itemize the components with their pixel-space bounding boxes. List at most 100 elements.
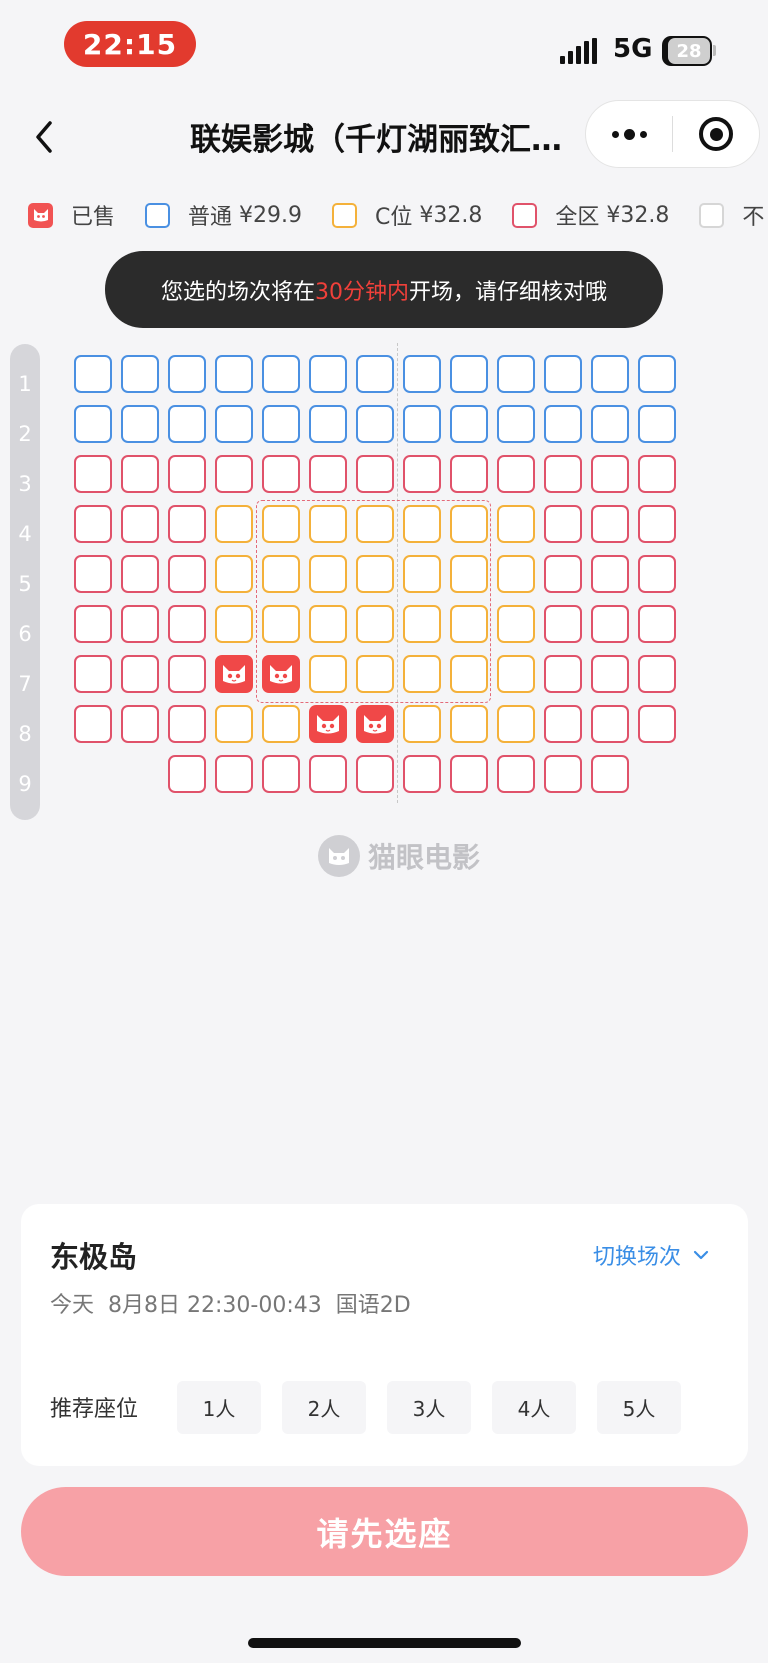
full-zone-seat[interactable] [121,605,159,643]
normal-seat[interactable] [309,355,347,393]
full-zone-seat[interactable] [121,555,159,593]
normal-seat[interactable] [309,405,347,443]
full-zone-seat[interactable] [591,705,629,743]
normal-seat[interactable] [450,355,488,393]
select-seat-button[interactable]: 请先选座 [21,1487,748,1576]
full-zone-seat[interactable] [591,755,629,793]
normal-seat[interactable] [638,405,676,443]
normal-seat[interactable] [168,355,206,393]
c-seat[interactable] [450,605,488,643]
full-zone-seat[interactable] [638,555,676,593]
c-seat[interactable] [356,655,394,693]
normal-seat[interactable] [591,355,629,393]
full-zone-seat[interactable] [591,605,629,643]
normal-seat[interactable] [74,355,112,393]
normal-seat[interactable] [215,405,253,443]
full-zone-seat[interactable] [121,705,159,743]
full-zone-seat[interactable] [544,705,582,743]
normal-seat[interactable] [74,405,112,443]
normal-seat[interactable] [262,355,300,393]
full-zone-seat[interactable] [74,455,112,493]
full-zone-seat[interactable] [544,755,582,793]
normal-seat[interactable] [544,405,582,443]
full-zone-seat[interactable] [168,705,206,743]
c-seat[interactable] [450,555,488,593]
c-seat[interactable] [356,605,394,643]
normal-seat[interactable] [262,405,300,443]
c-seat[interactable] [262,705,300,743]
recommend-5-button[interactable]: 5人 [597,1381,681,1434]
c-seat[interactable] [309,555,347,593]
switch-showtime-button[interactable]: 切换场次 [593,1239,709,1271]
normal-seat[interactable] [403,405,441,443]
c-seat[interactable] [356,555,394,593]
normal-seat[interactable] [497,405,535,443]
c-seat[interactable] [262,555,300,593]
full-zone-seat[interactable] [638,505,676,543]
c-seat[interactable] [497,705,535,743]
full-zone-seat[interactable] [591,655,629,693]
full-zone-seat[interactable] [403,755,441,793]
c-seat[interactable] [215,555,253,593]
full-zone-seat[interactable] [544,655,582,693]
full-zone-seat[interactable] [638,605,676,643]
full-zone-seat[interactable] [74,505,112,543]
c-seat[interactable] [262,505,300,543]
full-zone-seat[interactable] [591,455,629,493]
full-zone-seat[interactable] [121,655,159,693]
full-zone-seat[interactable] [356,455,394,493]
full-zone-seat[interactable] [638,455,676,493]
full-zone-seat[interactable] [356,755,394,793]
normal-seat[interactable] [356,355,394,393]
full-zone-seat[interactable] [262,755,300,793]
c-seat[interactable] [215,705,253,743]
normal-seat[interactable] [497,355,535,393]
close-target-icon[interactable] [673,117,759,151]
c-seat[interactable] [497,505,535,543]
full-zone-seat[interactable] [168,505,206,543]
full-zone-seat[interactable] [497,455,535,493]
c-seat[interactable] [262,605,300,643]
c-seat[interactable] [215,505,253,543]
c-seat[interactable] [215,605,253,643]
full-zone-seat[interactable] [591,555,629,593]
c-seat[interactable] [309,655,347,693]
full-zone-seat[interactable] [168,455,206,493]
c-seat[interactable] [497,555,535,593]
normal-seat[interactable] [121,355,159,393]
full-zone-seat[interactable] [309,755,347,793]
full-zone-seat[interactable] [638,655,676,693]
normal-seat[interactable] [450,405,488,443]
c-seat[interactable] [497,655,535,693]
c-seat[interactable] [403,605,441,643]
full-zone-seat[interactable] [591,505,629,543]
full-zone-seat[interactable] [74,605,112,643]
c-seat[interactable] [356,505,394,543]
normal-seat[interactable] [403,355,441,393]
full-zone-seat[interactable] [309,455,347,493]
recommend-1-button[interactable]: 1人 [177,1381,261,1434]
full-zone-seat[interactable] [74,705,112,743]
full-zone-seat[interactable] [450,755,488,793]
recommend-4-button[interactable]: 4人 [492,1381,576,1434]
full-zone-seat[interactable] [262,455,300,493]
c-seat[interactable] [450,505,488,543]
back-arrow-icon[interactable] [30,117,60,157]
c-seat[interactable] [497,605,535,643]
full-zone-seat[interactable] [168,655,206,693]
full-zone-seat[interactable] [497,755,535,793]
full-zone-seat[interactable] [168,555,206,593]
c-seat[interactable] [403,655,441,693]
more-dots-icon[interactable] [586,128,672,140]
full-zone-seat[interactable] [638,705,676,743]
normal-seat[interactable] [356,405,394,443]
full-zone-seat[interactable] [121,455,159,493]
full-zone-seat[interactable] [74,555,112,593]
full-zone-seat[interactable] [544,555,582,593]
normal-seat[interactable] [215,355,253,393]
full-zone-seat[interactable] [544,505,582,543]
c-seat[interactable] [403,705,441,743]
normal-seat[interactable] [544,355,582,393]
c-seat[interactable] [309,505,347,543]
full-zone-seat[interactable] [544,605,582,643]
